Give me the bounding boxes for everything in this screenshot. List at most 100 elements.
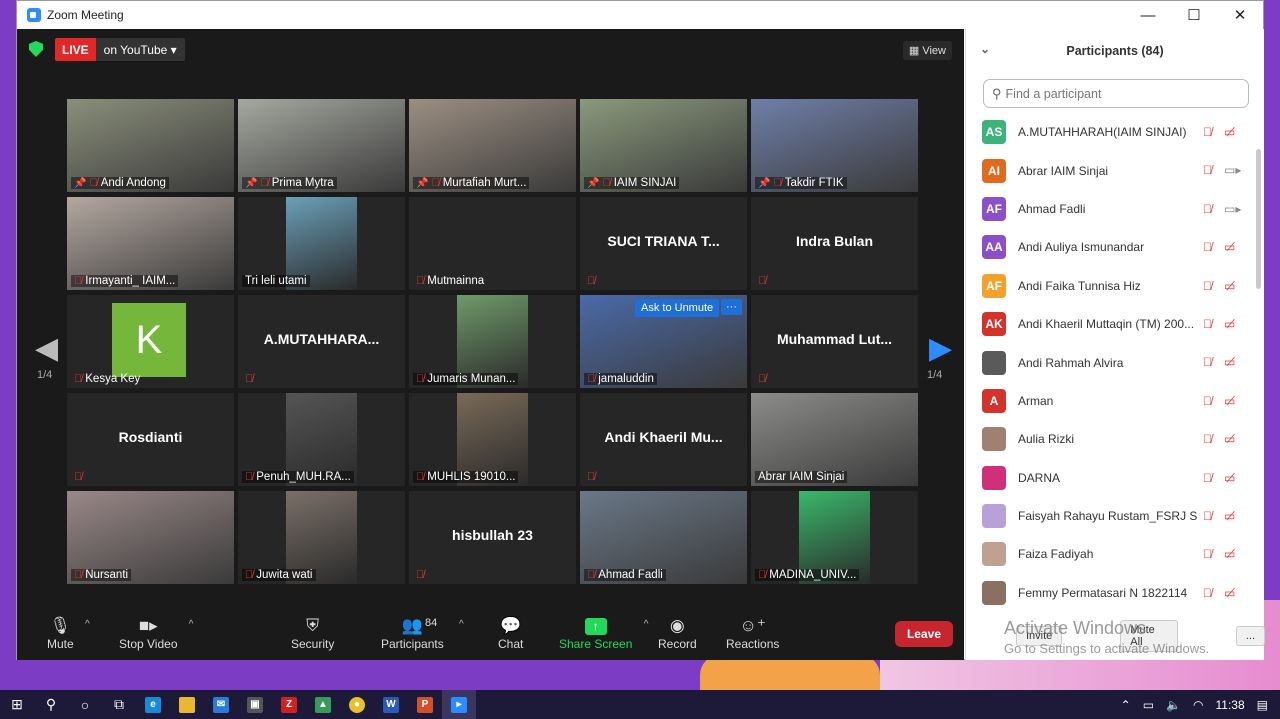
participant-list-scrollbar[interactable] (1256, 149, 1261, 289)
video-tile[interactable]: 📌 🎙̸ Prima Mytra (238, 99, 405, 192)
muted-mic-icon: 🎙̸ (89, 177, 98, 189)
video-tile[interactable]: 🎙̸ Penuh_MUH.RA... (238, 393, 405, 486)
participant-row[interactable]: Andi Rahmah Alvira 🎙̸ ▭̸ (966, 343, 1256, 381)
ask-to-unmute-button[interactable]: Ask to Unmute (635, 299, 720, 317)
video-tile[interactable]: 🎙̸ Mutmainna (409, 197, 576, 290)
video-tile[interactable]: hisbullah 23 🎙̸ (409, 491, 576, 584)
video-tile[interactable]: Indra Bulan 🎙̸ (751, 197, 918, 290)
live-stream-indicator[interactable]: LIVE on YouTube ▾ (55, 38, 185, 61)
stream-destination[interactable]: on YouTube ▾ (95, 38, 185, 61)
video-tile[interactable]: 🎙̸ MUHLIS 19010... (409, 393, 576, 486)
participant-row[interactable]: AS A.MUTAHHARAH(IAIM SINJAI) 🎙̸ ▭̸ (966, 113, 1256, 151)
participant-row[interactable]: AA Andi Auliya Ismunandar 🎙̸ ▭̸ (966, 228, 1256, 266)
zoom-taskbar-icon[interactable]: ▸ (442, 690, 476, 719)
next-page-arrow-icon[interactable]: ▶ (929, 331, 952, 366)
previous-page-arrow-icon[interactable]: ◀ (35, 331, 58, 366)
mail-icon[interactable]: ✉ (204, 690, 238, 719)
video-tile[interactable]: Tri leli utami (238, 197, 405, 290)
video-tile[interactable]: 📌 🎙̸ IAIM SINJAI (580, 99, 747, 192)
leave-button[interactable]: Leave (894, 621, 953, 647)
participant-row[interactable]: A Arman 🎙̸ ▭̸ (966, 382, 1256, 420)
store-icon[interactable]: ▣ (238, 690, 272, 719)
share-screen-button[interactable]: ↑ Share Screen ^ (559, 615, 648, 651)
video-grid: 📌 🎙̸ Andi Andong 📌 🎙̸ Prima Mytra 📌 🎙̸ Murtafiah… (67, 99, 918, 584)
tile-more-button[interactable]: ··· (721, 299, 742, 315)
file-explorer-icon[interactable] (170, 690, 204, 719)
video-tile[interactable]: Ask to Unmute ··· 🎙̸ jamaluddin (580, 295, 747, 388)
minimize-button[interactable]: — (1125, 1, 1171, 29)
network-icon[interactable]: ▭ (1143, 698, 1154, 712)
powerpoint-icon[interactable]: P (408, 690, 442, 719)
chevron-up-icon[interactable]: ^ (85, 619, 90, 630)
video-tile[interactable]: 🎙̸ Juwita wati (238, 491, 405, 584)
close-button[interactable]: ✕ (1217, 1, 1263, 29)
video-tile[interactable]: 📌 🎙̸ Takdir FTIK (751, 99, 918, 192)
muted-mic-icon: 🎙̸ (1203, 393, 1212, 408)
chat-button[interactable]: 💬 Chat (498, 615, 523, 651)
meeting-top-bar: LIVE on YouTube ▾ ▦ View (17, 29, 964, 69)
tile-name: Takdir FTIK (784, 177, 844, 189)
tile-name: Penuh_MUH.RA... (256, 471, 351, 483)
wifi-icon[interactable]: ◠ (1193, 698, 1203, 712)
task-view-icon[interactable]: ⧉ (102, 690, 136, 719)
participants-button[interactable]: 👥 84 Participants ^ (381, 615, 464, 651)
video-tile[interactable]: K 🎙̸ Kesya Key (67, 295, 234, 388)
view-button[interactable]: ▦ View (902, 41, 952, 60)
camera-off-icon: ▭̸ (1224, 508, 1236, 523)
video-tile[interactable]: 🎙̸ Irmayanti_ IAIM... (67, 197, 234, 290)
participant-avatar: AK (982, 312, 1006, 337)
video-tile[interactable]: SUCI TRIANA T... 🎙̸ (580, 197, 747, 290)
video-tile[interactable]: 🎙̸ Nursanti (67, 491, 234, 584)
participants-label: Participants (381, 637, 444, 651)
video-tile[interactable]: Muhammad Lut... 🎙̸ (751, 295, 918, 388)
video-tile[interactable]: Abrar IAIM Sinjai (751, 393, 918, 486)
chevron-up-icon[interactable]: ^ (189, 619, 194, 630)
video-tile[interactable]: Andi Khaeril Mu... 🎙̸ (580, 393, 747, 486)
video-tile[interactable]: A.MUTAHHARA... 🎙̸ (238, 295, 405, 388)
video-tile[interactable]: 🎙̸ MADINA_UNIV... (751, 491, 918, 584)
video-tile[interactable]: 🎙̸ Jumaris Munan... (409, 295, 576, 388)
windows-start-icon[interactable]: ⊞ (0, 690, 34, 719)
participant-row[interactable]: DARNA 🎙̸ ▭̸ (966, 459, 1256, 497)
reactions-button[interactable]: ☺⁺ Reactions (726, 615, 779, 651)
stop-video-button[interactable]: ■▸ Stop Video ^ (119, 615, 194, 651)
maximize-button[interactable]: ☐ (1171, 1, 1217, 29)
participant-row[interactable]: AF Ahmad Fadli 🎙̸ ▭▸ (966, 190, 1256, 228)
participant-row[interactable]: Femmy Permatasari N 1822114 🎙̸ ▭̸ (966, 574, 1256, 612)
more-options-button[interactable]: ... (1235, 626, 1265, 646)
participant-row[interactable]: Aulia Rizki 🎙̸ ▭̸ (966, 420, 1256, 458)
image-app-icon[interactable]: ▲ (306, 690, 340, 719)
tile-name: Nursanti (85, 569, 129, 581)
notification-icon[interactable]: ▤ (1257, 698, 1268, 712)
chevron-up-icon[interactable]: ^ (459, 619, 464, 630)
participant-search-input[interactable]: ⚲ Find a participant (983, 79, 1249, 108)
encryption-shield-icon[interactable] (29, 41, 43, 57)
pin-icon: 📌 (758, 177, 771, 189)
participant-row[interactable]: Faiza Fadiyah 🎙̸ ▭̸ (966, 535, 1256, 573)
video-tile[interactable]: 📌 🎙̸ Murtafiah Murt... (409, 99, 576, 192)
tile-label: 🎙̸ (242, 373, 256, 385)
edge-icon[interactable]: e (136, 690, 170, 719)
chrome-icon[interactable]: ● (340, 690, 374, 719)
search-icon[interactable]: ⚲ (34, 690, 68, 719)
security-button[interactable]: ⛨ Security (291, 615, 334, 651)
emoji-plus-icon: ☺⁺ (739, 616, 766, 635)
participant-row[interactable]: AK Andi Khaeril Muttaqin (TM) 200... 🎙̸ ▭̸ (966, 305, 1256, 343)
tile-label: Abrar IAIM Sinjai (755, 471, 848, 483)
chevron-up-icon[interactable]: ^ (644, 619, 649, 630)
chevron-down-icon[interactable]: ⌄ (980, 42, 990, 56)
participant-row[interactable]: Faisyah Rahayu Rustam_FSRJ Si... 🎙̸ ▭̸ (966, 497, 1256, 535)
clock[interactable]: 11:38 (1216, 698, 1245, 712)
word-icon[interactable]: W (374, 690, 408, 719)
participant-row[interactable]: AI Abrar IAIM Sinjai 🎙̸ ▭▸ (966, 151, 1256, 189)
cortana-icon[interactable]: ○ (68, 690, 102, 719)
app-z-icon[interactable]: Z (272, 690, 306, 719)
participant-row[interactable]: AF Andi Faika Tunnisa Hiz 🎙̸ ▭̸ (966, 267, 1256, 305)
record-button[interactable]: ◉ Record (658, 615, 697, 651)
video-tile[interactable]: 🎙̸ Ahmad Fadli (580, 491, 747, 584)
video-tile[interactable]: 📌 🎙̸ Andi Andong (67, 99, 234, 192)
volume-icon[interactable]: 🔈 (1166, 698, 1181, 712)
mute-button[interactable]: 🎙 Mute ^ (47, 615, 90, 651)
video-tile[interactable]: Rosdianti 🎙̸ (67, 393, 234, 486)
chevron-up-icon[interactable]: ⌃ (1121, 698, 1131, 712)
